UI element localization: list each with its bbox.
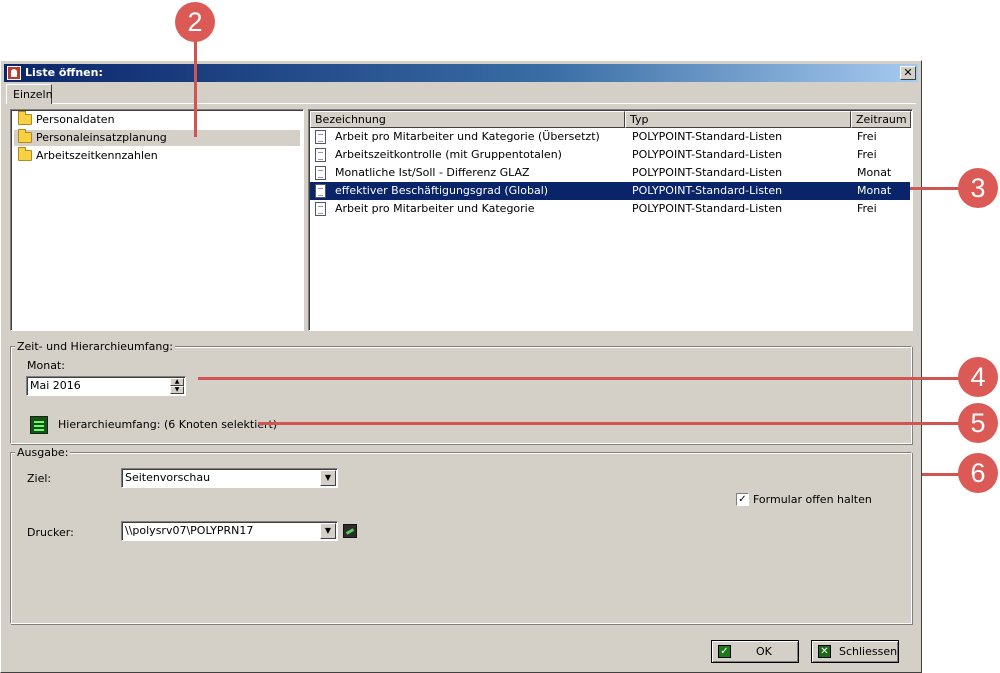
callout-3: 3: [958, 168, 998, 208]
row-period: Frei: [857, 148, 877, 161]
document-icon: [315, 166, 326, 180]
tree-item-label: Personaleinsatzplanung: [36, 131, 167, 144]
printer-select[interactable]: \\polysrv07\POLYPRN17 ▼: [121, 521, 338, 541]
document-icon: [315, 202, 326, 216]
list-row[interactable]: Arbeit pro Mitarbeiter und Kategorie (Üb…: [310, 128, 910, 146]
folder-tree[interactable]: Personaldaten Personaleinsatzplanung Arb…: [10, 109, 304, 331]
column-header-type[interactable]: Typ: [625, 111, 851, 128]
callout-6: 6: [958, 453, 998, 493]
folder-icon: [18, 147, 32, 161]
row-type: POLYPOINT-Standard-Listen: [632, 184, 783, 197]
column-header-name[interactable]: Bezeichnung: [310, 111, 625, 128]
chevron-down-icon[interactable]: ▼: [320, 523, 336, 539]
folder-icon: [18, 111, 32, 125]
user-icon: [7, 66, 21, 80]
close-dialog-button[interactable]: ✕ Schliessen: [811, 640, 899, 663]
leader-line-2: [194, 40, 197, 137]
callout-5: 5: [958, 403, 998, 443]
scope-group-label: Zeit- und Hierarchieumfang:: [15, 340, 176, 353]
target-select[interactable]: Seitenvorschau ▼: [121, 468, 338, 488]
month-spinner[interactable]: Mai 2016 ▲ ▼: [26, 376, 186, 396]
row-name: Arbeit pro Mitarbeiter und Kategorie: [335, 202, 535, 215]
leader-line-3: [910, 187, 962, 190]
leader-line-6: [922, 473, 962, 476]
ok-label: OK: [756, 645, 772, 658]
column-header-period[interactable]: Zeitraum: [851, 111, 911, 128]
row-name: Arbeitszeitkontrolle (mit Gruppentotalen…: [335, 148, 562, 161]
check-icon: ✓: [718, 645, 731, 658]
window-title: Liste öffnen:: [25, 66, 103, 79]
output-group-label: Ausgabe:: [15, 446, 71, 459]
document-icon: [315, 148, 326, 162]
row-period: Monat: [857, 184, 892, 197]
close-icon: ✕: [818, 645, 831, 658]
ok-button[interactable]: ✓ OK: [711, 640, 799, 663]
spin-up-icon[interactable]: ▲: [170, 378, 184, 386]
document-icon: [315, 184, 326, 198]
close-label: Schliessen: [839, 645, 898, 658]
spinner-buttons[interactable]: ▲ ▼: [170, 378, 184, 394]
tree-item-arbeitszeitkennzahlen[interactable]: Arbeitszeitkennzahlen: [14, 147, 158, 164]
chevron-down-icon[interactable]: ▼: [320, 470, 336, 486]
row-type: POLYPOINT-Standard-Listen: [632, 148, 783, 161]
keep-open-label: Formular offen halten: [753, 493, 872, 506]
printer-value: \\polysrv07\POLYPRN17: [125, 524, 254, 537]
tree-item-personaldaten[interactable]: Personaldaten: [14, 111, 115, 128]
keep-open-checkbox[interactable]: ✓: [736, 493, 749, 506]
callout-4: 4: [958, 357, 998, 397]
list-view[interactable]: Bezeichnung Typ Zeitraum Arbeit pro Mita…: [308, 109, 913, 331]
printer-settings-icon[interactable]: [343, 524, 357, 538]
tab-einzeln[interactable]: Einzeln: [6, 84, 53, 104]
list-row[interactable]: Arbeitszeitkontrolle (mit Gruppentotalen…: [310, 146, 910, 164]
spin-down-icon[interactable]: ▼: [170, 386, 184, 394]
leader-line-4: [198, 377, 962, 380]
tree-item-personaleinsatzplanung[interactable]: Personaleinsatzplanung: [14, 129, 300, 146]
row-type: POLYPOINT-Standard-Listen: [632, 130, 783, 143]
folder-icon: [18, 129, 32, 143]
tree-item-label: Personaldaten: [36, 113, 115, 126]
document-icon: [315, 130, 326, 144]
target-label: Ziel:: [27, 472, 52, 485]
row-type: POLYPOINT-Standard-Listen: [632, 202, 783, 215]
row-period: Monat: [857, 166, 892, 179]
list-row[interactable]: Monatliche Ist/Soll - Differenz GLAZ POL…: [310, 164, 910, 182]
row-name: effektiver Beschäftigungsgrad (Global): [335, 184, 549, 197]
tree-item-label: Arbeitszeitkennzahlen: [36, 149, 158, 162]
row-type: POLYPOINT-Standard-Listen: [632, 166, 783, 179]
month-value: Mai 2016: [30, 379, 81, 392]
list-row-selected[interactable]: effektiver Beschäftigungsgrad (Global) P…: [310, 182, 910, 200]
target-value: Seitenvorschau: [125, 471, 211, 484]
list-open-dialog: Liste öffnen: ✕ Einzeln Personaldaten Pe…: [0, 60, 922, 673]
row-period: Frei: [857, 130, 877, 143]
row-name: Arbeit pro Mitarbeiter und Kategorie (Üb…: [335, 130, 600, 143]
callout-2: 2: [175, 2, 215, 42]
row-period: Frei: [857, 202, 877, 215]
printer-label: Drucker:: [27, 526, 74, 539]
month-label: Monat:: [27, 359, 65, 372]
hierarchy-scope-text[interactable]: Hierarchieumfang: (6 Knoten selektiert): [58, 418, 277, 431]
close-button[interactable]: ✕: [900, 66, 916, 80]
leader-line-5: [258, 422, 962, 425]
hierarchy-icon[interactable]: [30, 416, 48, 434]
list-row[interactable]: Arbeit pro Mitarbeiter und Kategorie POL…: [310, 200, 910, 218]
row-name: Monatliche Ist/Soll - Differenz GLAZ: [335, 166, 530, 179]
title-bar[interactable]: Liste öffnen: ✕: [4, 64, 918, 82]
